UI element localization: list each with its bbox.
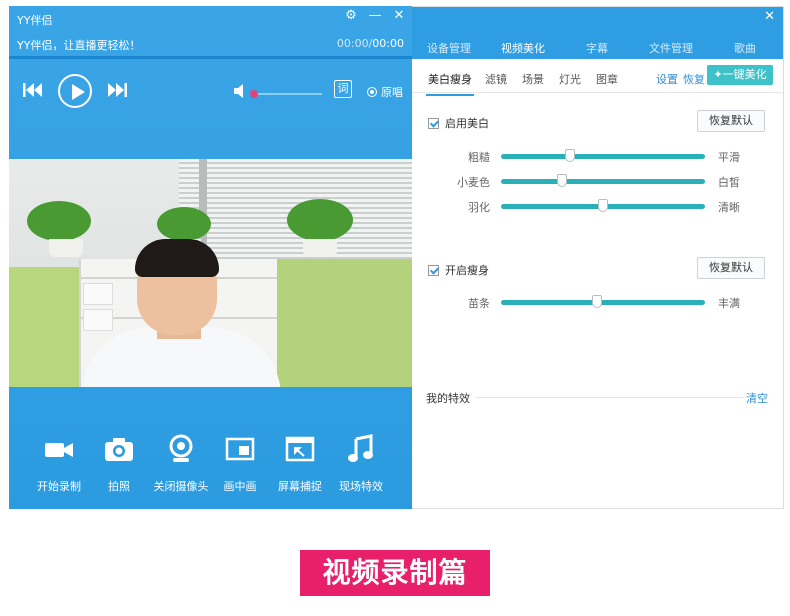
song-title: YY伴侣，让直播更轻松！ [17, 39, 141, 52]
subtab-lighting[interactable]: 灯光 [559, 71, 581, 87]
checkbox-icon [428, 117, 439, 129]
one-key-beautify-button[interactable]: ✦一键美化 [707, 65, 773, 85]
radio-icon [367, 87, 377, 97]
cabinet-right [277, 259, 412, 387]
slider-track[interactable] [501, 174, 705, 187]
tab-video-beautify[interactable]: 视频美化 [486, 40, 560, 68]
tool-live-effects[interactable]: 现场特效 [326, 434, 396, 494]
bottom-toolbar: 开始录制 拍照 关闭摄像头 画中画 屏幕捕捉 现场特效 [9, 434, 412, 504]
volume-slider[interactable] [250, 90, 322, 98]
slider-right-label: 丰满 [718, 297, 740, 310]
slimming-reset-button[interactable]: 恢复默认 [697, 257, 765, 279]
plant-pot [49, 239, 83, 257]
whitening-checkbox[interactable]: 启用美白 [428, 115, 489, 131]
lyric-button[interactable]: 词 [334, 80, 352, 98]
time-current: 00:00 [336, 37, 369, 50]
tool-label: 现场特效 [339, 480, 383, 493]
original-vocal-toggle[interactable]: 原唱 [367, 84, 403, 100]
gear-icon[interactable]: ⚙ [344, 8, 358, 23]
slider-right-label: 清晰 [718, 201, 740, 214]
app-title: YY伴侣 [17, 14, 53, 27]
my-effects-row: 我的特效 清空 [426, 390, 768, 406]
plant-pot [303, 239, 337, 257]
magic-wand-icon: ✦ [713, 68, 723, 81]
box [83, 309, 113, 331]
picture-in-picture-icon [225, 437, 255, 461]
tab-device-management[interactable]: 设备管理 [412, 40, 486, 56]
close-icon[interactable]: ✕ [764, 9, 775, 24]
my-effects-label: 我的特效 [426, 390, 476, 406]
slider-left-label: 小麦色 [457, 176, 490, 189]
tool-photo[interactable]: 拍照 [84, 434, 154, 494]
slider-thumb[interactable] [557, 174, 568, 187]
restore-link[interactable]: 恢复 [683, 71, 705, 87]
minimize-icon[interactable]: — [368, 8, 382, 23]
volume-icon[interactable] [234, 84, 248, 98]
slider-track[interactable] [501, 199, 705, 212]
subtab-stamps[interactable]: 图章 [596, 71, 618, 87]
tab-subtitles[interactable]: 字幕 [560, 40, 634, 56]
webcam-icon [169, 434, 193, 462]
slimming-label: 开启瘦身 [445, 264, 489, 277]
play-button[interactable] [58, 74, 92, 108]
whitening-reset-button[interactable]: 恢复默认 [697, 110, 765, 132]
slider-thumb[interactable] [565, 149, 576, 162]
tool-label: 拍照 [108, 480, 130, 493]
slider-left-label: 苗条 [468, 297, 490, 310]
tab-songs[interactable]: 歌曲 [708, 40, 782, 56]
settings-panel: ✕ 设备管理 视频美化 字幕 文件管理 歌曲 美白瘦身 滤镜 场景 灯光 图章 … [412, 6, 784, 509]
slider-right-label: 平滑 [718, 151, 740, 164]
slider-track[interactable] [501, 149, 705, 162]
plant [157, 207, 211, 241]
player-panel: YY伴侣 ⚙ — ✕ YY伴侣，让直播更轻松！ 00:00/00:00 词 原唱 [9, 6, 412, 509]
music-note-icon [348, 434, 373, 462]
cabinet-left [9, 267, 79, 387]
tool-label: 屏幕捕捉 [278, 480, 322, 493]
close-icon[interactable]: ✕ [392, 8, 406, 23]
slider-thumb[interactable] [591, 295, 602, 308]
clear-effects-link[interactable]: 清空 [746, 390, 768, 406]
main-tabs: 设备管理 视频美化 字幕 文件管理 歌曲 [412, 40, 783, 68]
slider-left-label: 羽化 [468, 201, 490, 214]
plant [27, 201, 91, 241]
player-topbar: YY伴侣 ⚙ — ✕ YY伴侣，让直播更轻松！ 00:00/00:00 [9, 6, 412, 64]
slimming-checkbox[interactable]: 开启瘦身 [428, 262, 489, 278]
plant [287, 199, 353, 241]
whitening-label: 启用美白 [445, 117, 489, 130]
slider-skin-tone: 小麦色 白皙 [412, 174, 783, 189]
video-camera-icon [45, 443, 73, 457]
slider-smoothness: 粗糙 平滑 [412, 149, 783, 164]
time-display: 00:00/00:00 [336, 37, 404, 50]
subtab-scenes[interactable]: 场景 [522, 71, 544, 87]
previous-track-icon[interactable] [23, 82, 43, 98]
section-banner: 视频录制篇 [300, 550, 490, 596]
settings-link[interactable]: 设置 [656, 71, 678, 87]
person-hair [135, 239, 219, 277]
tool-screen-capture[interactable]: 屏幕捕捉 [265, 434, 335, 494]
original-vocal-label: 原唱 [381, 86, 403, 99]
subtabs: 美白瘦身 滤镜 场景 灯光 图章 设置 恢复 ✦一键美化 [412, 59, 783, 96]
camera-icon [105, 438, 133, 461]
subtab-whitening-slimming[interactable]: 美白瘦身 [426, 71, 474, 96]
box [83, 283, 113, 305]
window-controls: ⚙ — ✕ [344, 8, 406, 23]
slider-track[interactable] [501, 295, 705, 308]
time-total: 00:00 [372, 37, 404, 50]
volume-knob[interactable] [250, 90, 258, 98]
slider-left-label: 粗糙 [468, 151, 490, 164]
settings-header: ✕ 设备管理 视频美化 字幕 文件管理 歌曲 [412, 7, 783, 68]
camera-preview [9, 159, 412, 387]
slider-feather: 羽化 清晰 [412, 199, 783, 214]
playback-controls: 词 原唱 [9, 72, 412, 112]
playback-progress[interactable] [9, 56, 412, 59]
next-track-icon[interactable] [107, 82, 127, 98]
checkbox-icon [428, 264, 439, 276]
subtab-filters[interactable]: 滤镜 [485, 71, 507, 87]
tab-file-management[interactable]: 文件管理 [634, 40, 708, 56]
slider-right-label: 白皙 [718, 176, 740, 189]
screen-capture-icon [285, 436, 315, 462]
slider-thumb[interactable] [598, 199, 608, 212]
slider-body-shape: 苗条 丰满 [412, 295, 783, 310]
one-key-beautify-label: 一键美化 [722, 68, 767, 81]
